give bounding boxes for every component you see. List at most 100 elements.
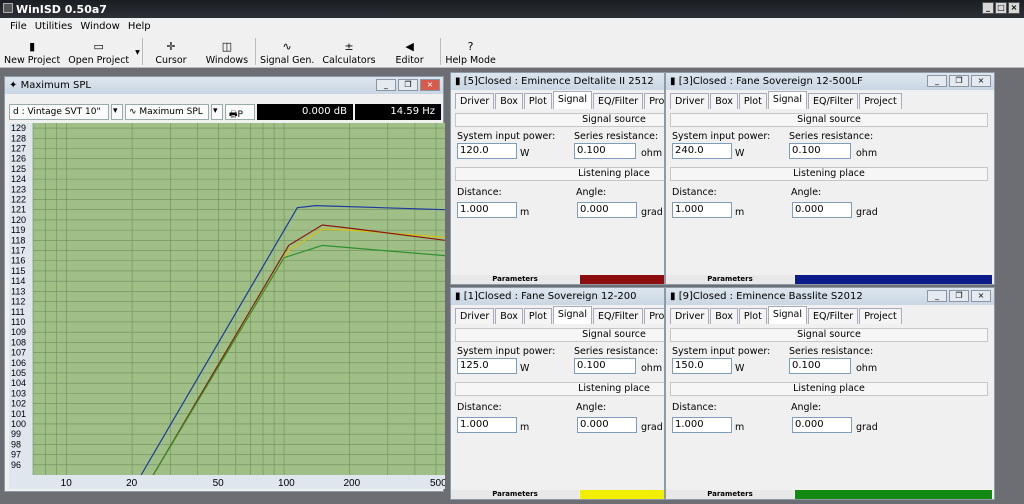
restore-icon[interactable]: ❐ (949, 75, 969, 87)
graph-select[interactable]: ∿ Maximum SPL (125, 104, 209, 120)
print-button[interactable]: 🖶P (225, 104, 255, 120)
series-resistance-field[interactable]: 0.100 (789, 143, 851, 159)
graph-type-icon: ∿ (129, 107, 140, 117)
tab-driver[interactable]: Driver (670, 308, 710, 324)
menu-window[interactable]: Window (80, 21, 119, 36)
tab-project[interactable]: Project (644, 308, 664, 324)
menu-file[interactable]: File (10, 21, 27, 36)
angle-field[interactable]: 0.000 (577, 202, 637, 218)
series-resistance-field[interactable]: 0.100 (789, 358, 851, 374)
unit-ohm-label: ohm (856, 363, 878, 374)
x-tick-label: 10 (61, 478, 73, 489)
unit-ohm-label: ohm (641, 363, 663, 374)
panel-icon: ▮ (670, 291, 679, 302)
series-resistance-field[interactable]: 0.100 (574, 358, 636, 374)
tab-project[interactable]: Project (859, 93, 902, 109)
distance-label: Distance: (672, 187, 717, 198)
menubar: File Utilities Window Help (0, 18, 1024, 36)
tab-driver[interactable]: Driver (455, 93, 495, 109)
new-project-button[interactable]: ▮ New Project (0, 36, 64, 68)
x-tick-label: 200 (343, 478, 360, 489)
listening-place-header: Listening place (670, 167, 988, 181)
close-icon[interactable]: × (420, 79, 440, 91)
system-input-power-field[interactable]: 240.0 (672, 143, 732, 159)
close-icon[interactable]: × (971, 290, 991, 302)
tab-plot[interactable]: Plot (523, 93, 552, 109)
panel-tabs: Driver Box Plot Signal EQ/Filter Project (455, 91, 664, 109)
tab-signal[interactable]: Signal (552, 306, 592, 324)
cursor-button[interactable]: ✛ Cursor (143, 36, 199, 68)
app-window-controls: _ □ × (982, 2, 1020, 14)
signal-source-header: Signal source (670, 113, 988, 127)
panel-titlebar: ▮ [5]Closed : Eminence Deltalite II 2512 (451, 73, 664, 90)
calculators-button[interactable]: ± Calculators (318, 36, 379, 68)
distance-field[interactable]: 1.000 (672, 202, 732, 218)
restore-icon[interactable]: ❐ (949, 290, 969, 302)
tab-box[interactable]: Box (495, 308, 523, 324)
tab-plot[interactable]: Plot (738, 308, 767, 324)
spl-chart[interactable]: 1291281271261251241231221211201191181171… (9, 123, 445, 489)
tab-eq-filter[interactable]: EQ/Filter (593, 93, 644, 109)
y-tick-label: 104 (11, 378, 26, 388)
maximize-icon[interactable]: □ (995, 2, 1007, 14)
app-title: WinISD 0.50a7 (16, 3, 107, 16)
open-project-dropdown[interactable]: ▾ (133, 36, 142, 68)
system-input-power-label: System input power: (672, 346, 771, 357)
distance-field[interactable]: 1.000 (457, 202, 517, 218)
close-icon[interactable]: × (1008, 2, 1020, 14)
parameters-status: Parameters (666, 490, 794, 499)
angle-field[interactable]: 0.000 (792, 417, 852, 433)
chart-toolbar: d : Vintage SVT 10" ▾ ∿ Maximum SPL ▾ 🖶P… (9, 103, 445, 121)
minimize-icon[interactable]: _ (982, 2, 994, 14)
tab-plot[interactable]: Plot (523, 308, 552, 324)
y-tick-label: 128 (11, 133, 26, 143)
distance-label: Distance: (672, 402, 717, 413)
close-icon[interactable]: × (971, 75, 991, 87)
system-input-power-field[interactable]: 125.0 (457, 358, 517, 374)
tab-box[interactable]: Box (495, 93, 523, 109)
distance-field[interactable]: 1.000 (672, 417, 732, 433)
y-tick-label: 106 (11, 358, 26, 368)
panel-titlebar: ▮ [1]Closed : Fane Sovereign 12-200 (451, 288, 664, 305)
unit-grad-label: grad (856, 422, 878, 433)
minimize-icon[interactable]: _ (376, 79, 396, 91)
restore-icon[interactable]: ❐ (398, 79, 418, 91)
project-select[interactable]: d : Vintage SVT 10" (9, 104, 109, 120)
tab-plot[interactable]: Plot (738, 93, 767, 109)
tab-box[interactable]: Box (710, 93, 738, 109)
tab-driver[interactable]: Driver (455, 308, 495, 324)
help-mode-button[interactable]: ? Help Mode (441, 36, 501, 68)
system-input-power-field[interactable]: 120.0 (457, 143, 517, 159)
tab-signal[interactable]: Signal (767, 306, 807, 324)
signal-gen-button[interactable]: ∿ Signal Gen. (256, 36, 318, 68)
tab-eq-filter[interactable]: EQ/Filter (808, 93, 859, 109)
listening-place-header: Listening place (455, 167, 664, 181)
status-color-swatch (580, 275, 664, 284)
driver-panel-window: ▮ [1]Closed : Fane Sovereign 12-200 Driv… (450, 287, 665, 500)
windows-button[interactable]: ◫ Windows (199, 36, 255, 68)
chevron-down-icon[interactable]: ▾ (211, 104, 223, 120)
tab-signal[interactable]: Signal (552, 91, 592, 109)
parameters-status: Parameters (451, 490, 579, 499)
menu-help[interactable]: Help (128, 21, 151, 36)
tab-driver[interactable]: Driver (670, 93, 710, 109)
tab-eq-filter[interactable]: EQ/Filter (808, 308, 859, 324)
tab-box[interactable]: Box (710, 308, 738, 324)
tab-eq-filter[interactable]: EQ/Filter (593, 308, 644, 324)
chevron-down-icon[interactable]: ▾ (111, 104, 123, 120)
distance-field[interactable]: 1.000 (457, 417, 517, 433)
open-project-button[interactable]: ▭ Open Project (64, 36, 133, 68)
angle-field[interactable]: 0.000 (792, 202, 852, 218)
x-tick-label: 500 (430, 478, 445, 489)
y-tick-label: 112 (11, 297, 25, 307)
minimize-icon[interactable]: _ (927, 290, 947, 302)
editor-button[interactable]: ◀ Editor (380, 36, 440, 68)
tab-project[interactable]: Project (859, 308, 902, 324)
tab-project[interactable]: Project (644, 93, 664, 109)
menu-utilities[interactable]: Utilities (35, 21, 73, 36)
series-resistance-field[interactable]: 0.100 (574, 143, 636, 159)
system-input-power-field[interactable]: 150.0 (672, 358, 732, 374)
minimize-icon[interactable]: _ (927, 75, 947, 87)
tab-signal[interactable]: Signal (767, 91, 807, 109)
angle-field[interactable]: 0.000 (577, 417, 637, 433)
